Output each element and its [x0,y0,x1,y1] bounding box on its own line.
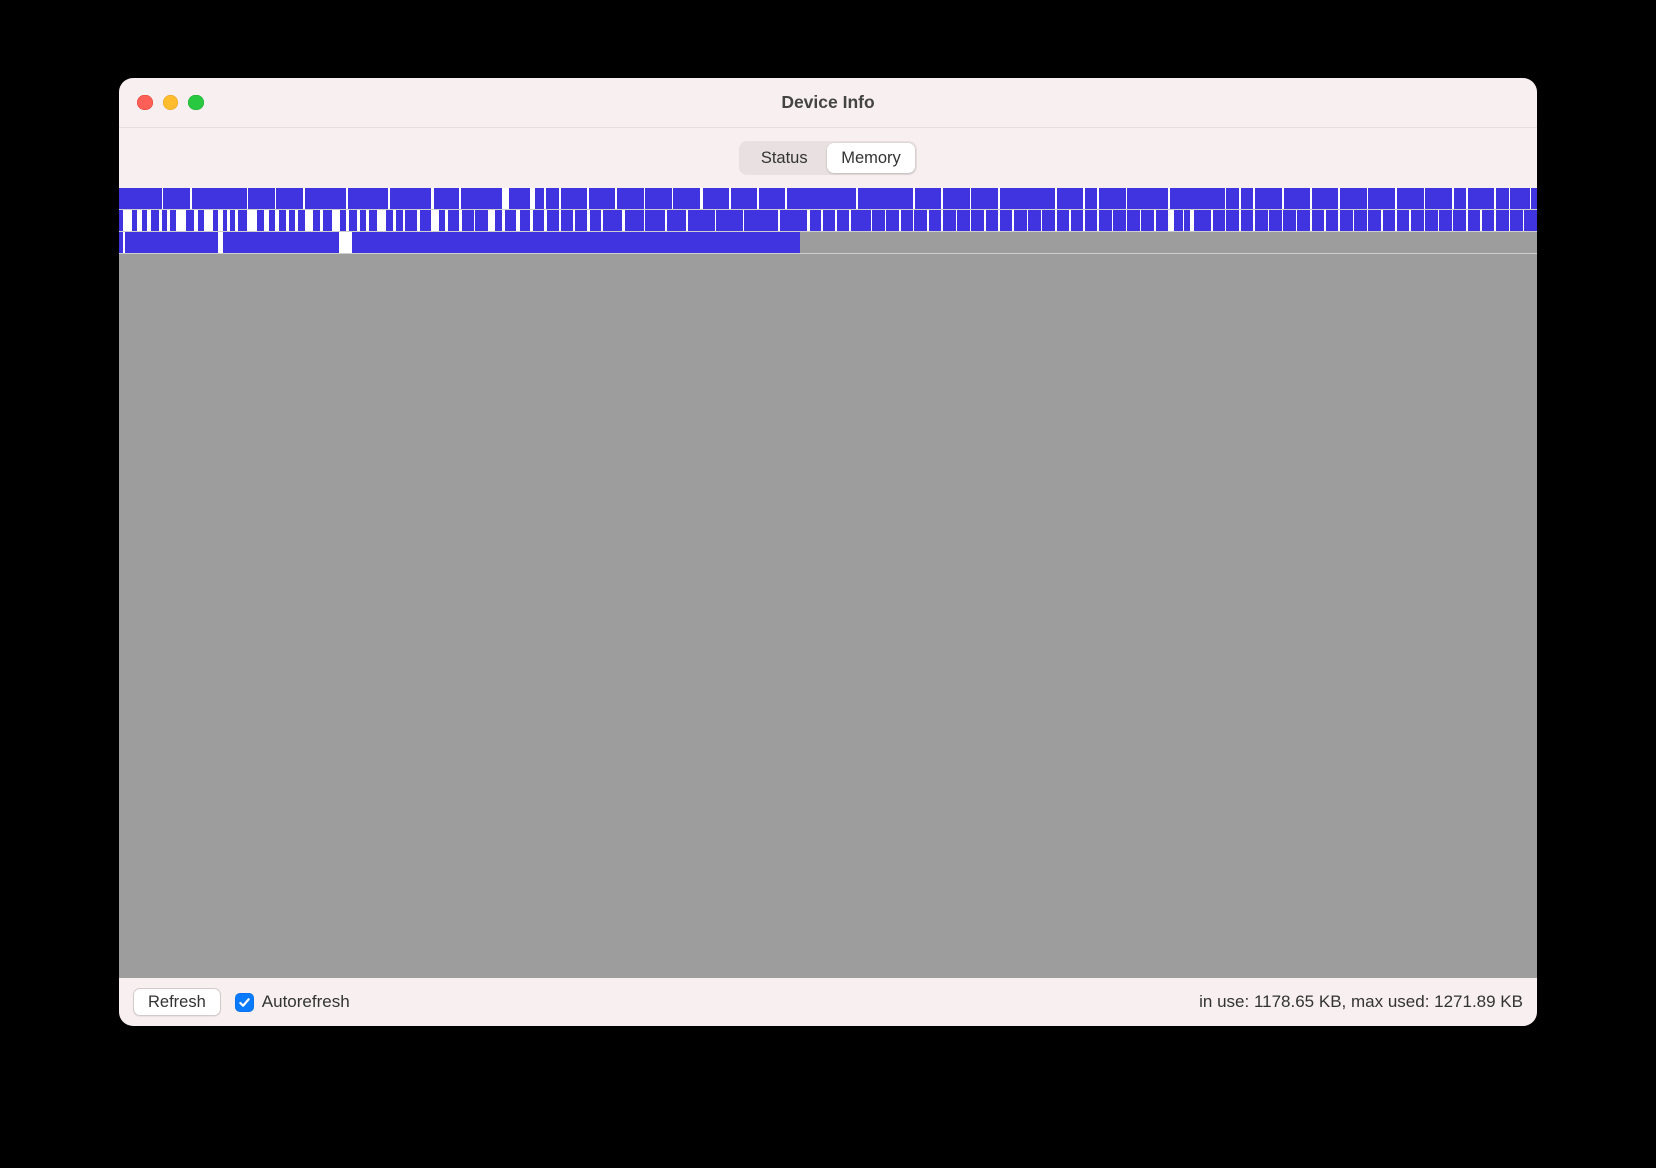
autorefresh-checkbox[interactable]: Autorefresh [235,992,350,1012]
minimize-icon[interactable] [163,95,179,111]
autorefresh-label: Autorefresh [262,992,350,1012]
memory-map [119,188,1537,978]
memory-row [119,232,1537,254]
zoom-icon[interactable] [188,95,204,111]
close-icon[interactable] [137,95,153,111]
traffic-lights [119,95,204,111]
memory-row [119,210,1537,232]
window-title: Device Info [119,92,1537,113]
memory-stats: in use: 1178.65 KB, max used: 1271.89 KB [1199,992,1523,1012]
tab-memory[interactable]: Memory [827,143,915,173]
tab-status[interactable]: Status [741,143,827,173]
device-info-window: Device Info Status Memory Refresh Autore… [119,78,1537,1026]
titlebar[interactable]: Device Info [119,78,1537,128]
refresh-button[interactable]: Refresh [133,988,221,1016]
tab-bar: Status Memory [119,128,1537,188]
segmented-control: Status Memory [739,141,917,175]
memory-row [119,188,1537,210]
check-icon [235,993,254,1012]
footer: Refresh Autorefresh in use: 1178.65 KB, … [119,978,1537,1026]
